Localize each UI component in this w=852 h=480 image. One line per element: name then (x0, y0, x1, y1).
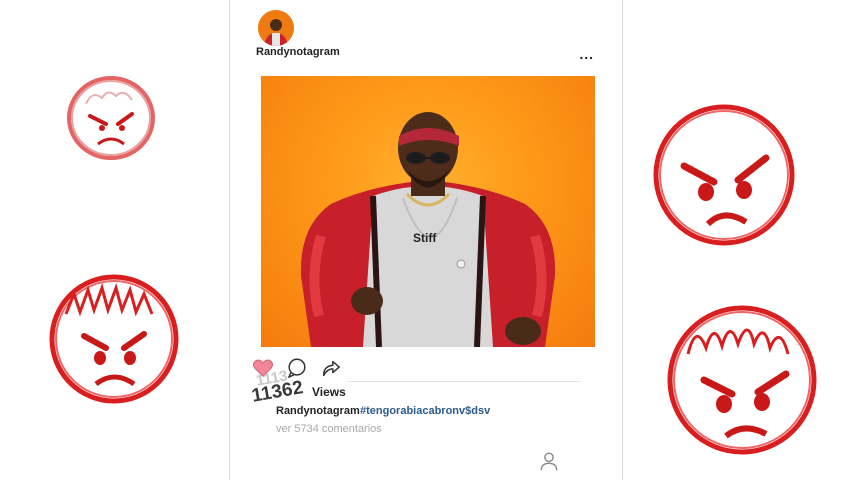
more-options-button[interactable]: ... (579, 46, 594, 62)
avatar[interactable] (258, 10, 294, 46)
comment-button[interactable] (286, 357, 308, 379)
views-label: Views (312, 385, 346, 399)
person-icon (540, 452, 558, 471)
share-arrow-icon (322, 360, 340, 377)
divider (348, 381, 580, 382)
share-button[interactable] (320, 357, 342, 379)
caption-hashtag[interactable]: #tengorabiacabronv$dsv (360, 405, 490, 417)
caption-username[interactable]: Randynotagram (276, 405, 360, 417)
post-card: Randynotagram ... Stiff 1113 11362 Views… (229, 0, 623, 480)
post-photo: Stiff (261, 76, 595, 347)
profile-button[interactable] (538, 450, 560, 472)
photo-illustration: Stiff (300, 112, 556, 347)
angry-face-doodle-bottom-left (49, 274, 179, 404)
post-username[interactable]: Randynotagram (256, 46, 340, 58)
view-comments-link[interactable]: ver 5734 comentarios (276, 423, 382, 435)
shirt-text: Stiff (413, 231, 437, 245)
angry-face-doodle-top-right (653, 104, 795, 246)
comment-bubble-icon (288, 358, 306, 378)
avatar-image (258, 10, 294, 46)
angry-face-doodle-bottom-right (667, 305, 817, 455)
post-actions (252, 357, 612, 379)
angry-face-doodle-top-left (67, 76, 155, 160)
